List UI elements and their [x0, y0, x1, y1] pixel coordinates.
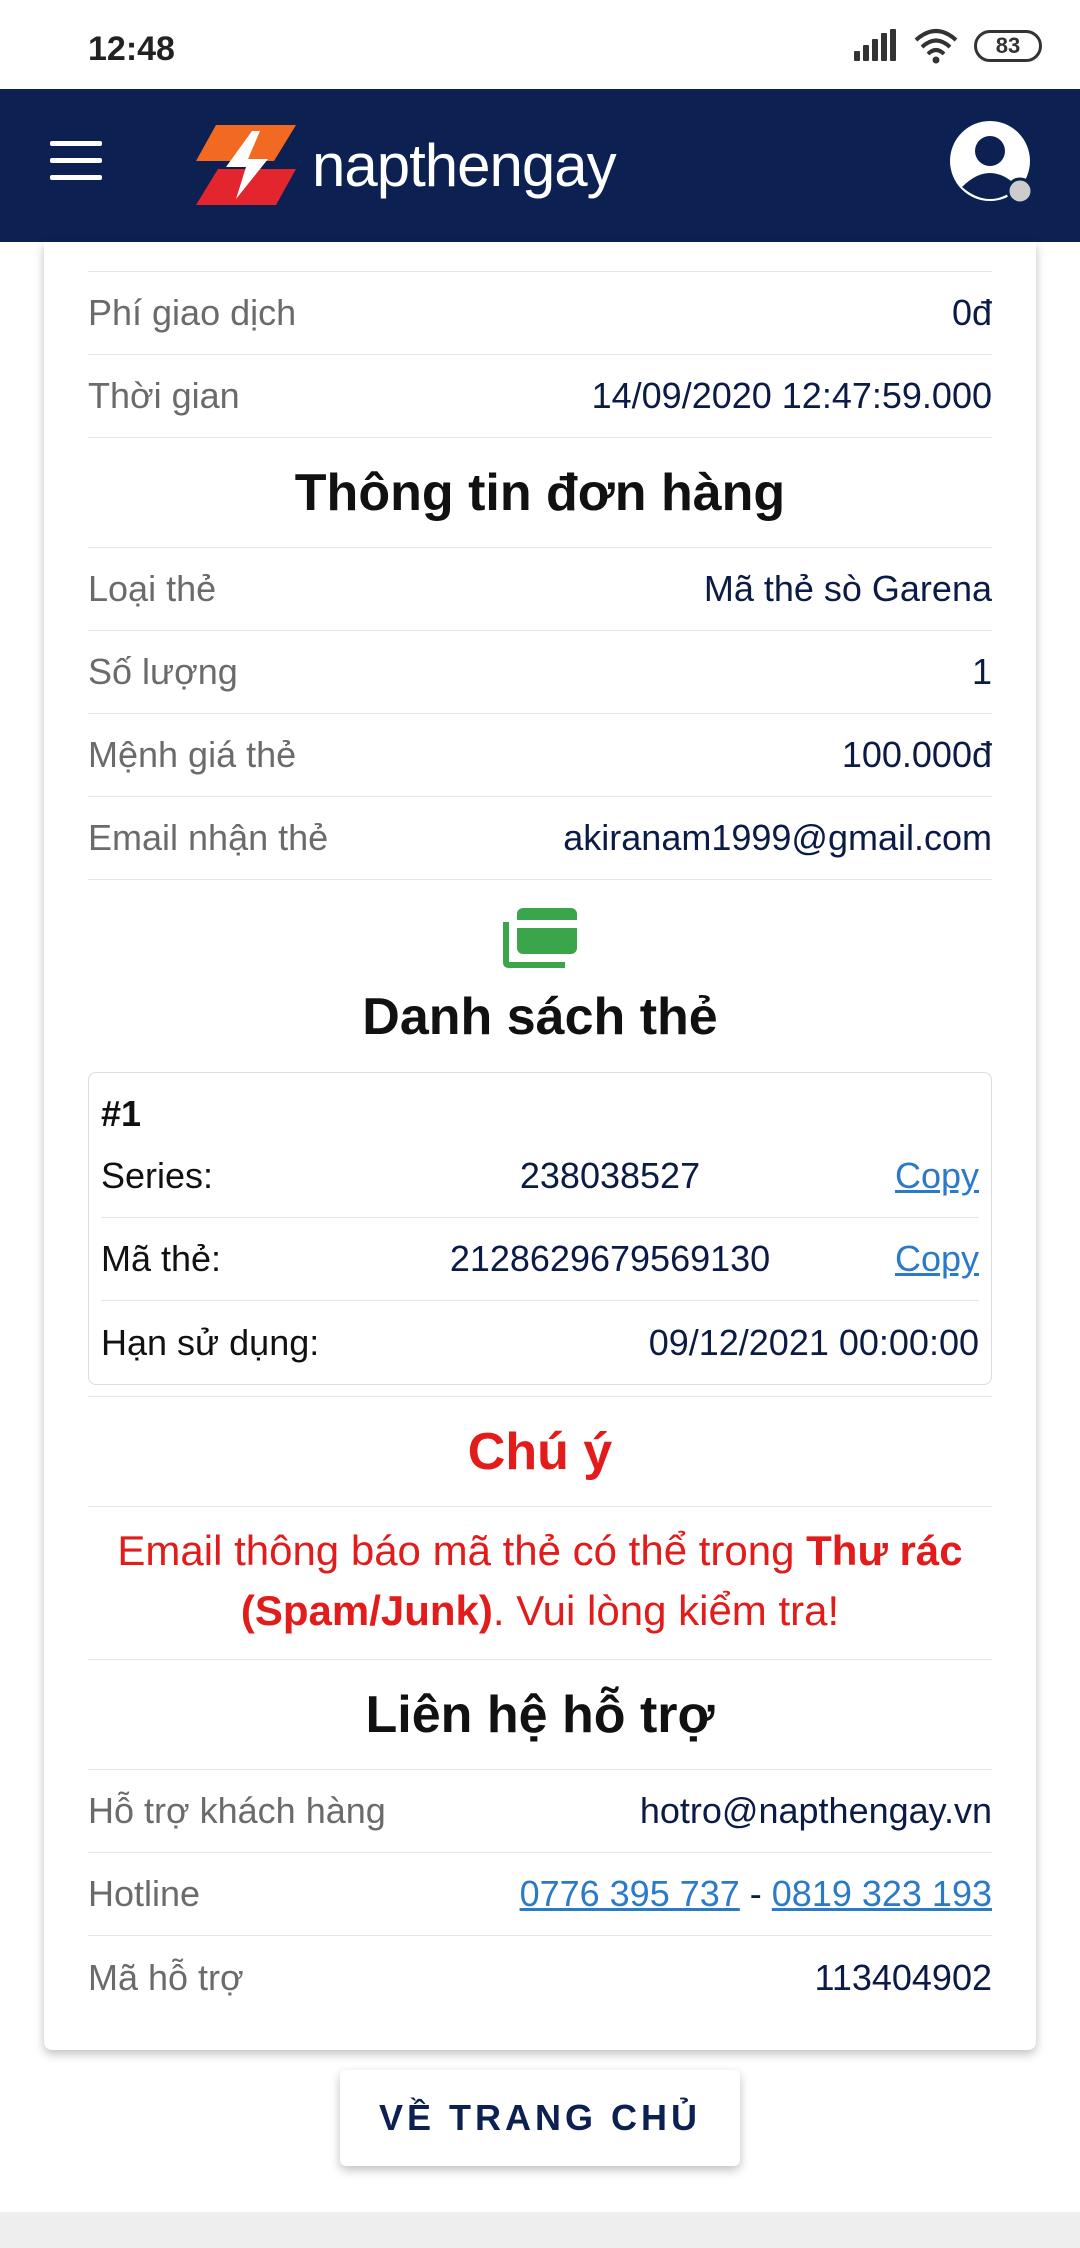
fee-value: 0đ: [951, 292, 992, 333]
cards-icon-wrap: [88, 880, 992, 968]
series-value[interactable]: 238038527: [341, 1155, 879, 1197]
order-row-denomination: Mệnh giá thẻ 100.000đ: [88, 714, 992, 797]
lightning-logo-icon: [196, 125, 296, 205]
brand-name: napthengay: [312, 131, 617, 199]
fee-label: Phí giao dịch: [88, 292, 297, 333]
support-title: Liên hệ hỗ trợ: [88, 1660, 992, 1770]
battery-level: 83: [995, 33, 1021, 58]
order-row-quantity: Số lượng 1: [88, 631, 992, 714]
card-item-number: #1: [101, 1093, 142, 1134]
denomination-label: Mệnh giá thẻ: [88, 734, 297, 775]
support-code-row: Mã hỗ trợ 113404902: [88, 1936, 992, 2019]
user-avatar-icon[interactable]: [948, 119, 1038, 209]
time-label: Thời gian: [88, 375, 240, 416]
series-label: Series:: [101, 1155, 214, 1196]
time-value: 14/09/2020 12:47:59.000: [591, 375, 992, 416]
app-header: napthengay: [0, 89, 1080, 242]
hotline-link-2[interactable]: 0819 323 193: [772, 1873, 992, 1914]
cards-icon: [503, 908, 577, 968]
card-type-value: Mã thẻ sò Garena: [703, 568, 992, 609]
notice-text: Email thông báo mã thẻ có thể trong Thư …: [88, 1507, 992, 1660]
wifi-icon: [914, 28, 958, 64]
copy-code-link[interactable]: Copy: [879, 1238, 979, 1280]
card-code-value[interactable]: 2128629679569130: [341, 1238, 879, 1280]
bottom-strip: [0, 2212, 1080, 2248]
hotline-label: Hotline: [88, 1873, 201, 1914]
order-result-content: Phí giao dịch 0đ Thời gian 14/09/2020 12…: [88, 242, 992, 2019]
notice-text-after: . Vui lòng kiểm tra!: [492, 1587, 840, 1634]
copy-series-link[interactable]: Copy: [879, 1155, 979, 1197]
hotline-row: Hotline 0776 395 737 - 0819 323 193: [88, 1853, 992, 1936]
brand-logo[interactable]: napthengay: [196, 125, 617, 205]
email-value: akiranam1999@gmail.com: [563, 817, 992, 858]
menu-icon[interactable]: [50, 141, 102, 185]
support-code-label: Mã hỗ trợ: [88, 1956, 244, 1998]
card-list-box: #1 Series: 238038527 Copy Mã thẻ: 212862…: [88, 1072, 992, 1385]
status-icons: 83: [854, 28, 1042, 64]
notice-title: Chú ý: [88, 1397, 992, 1507]
fee-row: Phí giao dịch 0đ: [88, 272, 992, 355]
quantity-label: Số lượng: [88, 651, 238, 692]
card-code-row: Mã thẻ: 2128629679569130 Copy: [101, 1218, 979, 1301]
notice-text-before: Email thông báo mã thẻ có thể trong: [117, 1527, 807, 1574]
signal-icon: [854, 29, 898, 63]
support-code-value: 113404902: [814, 1956, 992, 1998]
email-label: Email nhận thẻ: [88, 817, 329, 858]
order-result-card: Phí giao dịch 0đ Thời gian 14/09/2020 12…: [44, 242, 1036, 2050]
status-bar: 12:48 83: [0, 0, 1080, 89]
expiry-row: Hạn sử dụng: 09/12/2021 00:00:00: [101, 1301, 979, 1384]
card-code-label: Mã thẻ:: [101, 1238, 222, 1279]
support-customer-label: Hỗ trợ khách hàng: [88, 1790, 386, 1831]
quantity-value: 1: [971, 651, 992, 692]
order-row-email: Email nhận thẻ akiranam1999@gmail.com: [88, 797, 992, 880]
support-email-value: hotro@napthengay.vn: [639, 1790, 992, 1831]
order-row-card-type: Loại thẻ Mã thẻ sò Garena: [88, 548, 992, 631]
hotline-separator: -: [739, 1873, 772, 1914]
expiry-label: Hạn sử dụng:: [101, 1321, 320, 1363]
order-info-title: Thông tin đơn hàng: [88, 438, 992, 548]
divider: [88, 242, 992, 272]
battery-icon: 83: [974, 30, 1042, 62]
home-button[interactable]: VỀ TRANG CHỦ: [340, 2070, 740, 2166]
status-time: 12:48: [88, 30, 175, 68]
hotline-link-1[interactable]: 0776 395 737: [520, 1873, 740, 1914]
hotline-numbers: 0776 395 737 - 0819 323 193: [520, 1873, 992, 1915]
denomination-value: 100.000đ: [841, 734, 992, 775]
divider: [88, 1385, 992, 1397]
card-type-label: Loại thẻ: [88, 568, 217, 609]
expiry-value: 09/12/2021 00:00:00: [648, 1321, 979, 1363]
time-row: Thời gian 14/09/2020 12:47:59.000: [88, 355, 992, 438]
card-list-title: Danh sách thẻ: [362, 988, 718, 1046]
series-row: Series: 238038527 Copy: [101, 1135, 979, 1218]
support-customer-row: Hỗ trợ khách hàng hotro@napthengay.vn: [88, 1770, 992, 1853]
